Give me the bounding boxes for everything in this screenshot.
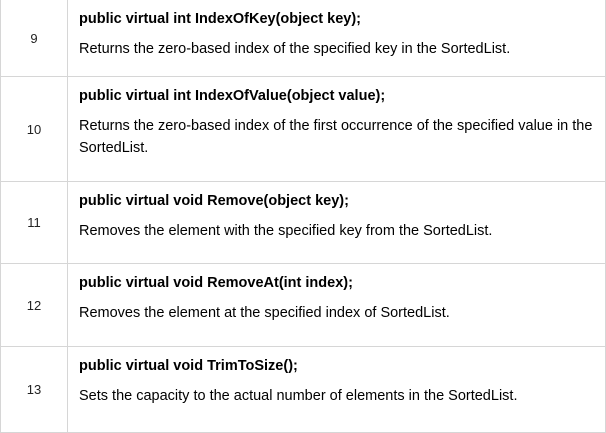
method-description: Returns the zero-based index of the spec… <box>79 41 511 57</box>
row-number: 10 <box>26 121 42 137</box>
row-number-cell: 10 <box>0 76 68 182</box>
method-cell: public virtual void RemoveAt(int index);… <box>67 263 606 347</box>
method-signature: public virtual int IndexOfValue(object v… <box>79 88 386 104</box>
method-description: Sets the capacity to the actual number o… <box>79 388 518 404</box>
table-row: 12 public virtual void RemoveAt(int inde… <box>0 263 606 347</box>
table-row: 9 public virtual int IndexOfKey(object k… <box>0 0 606 77</box>
method-signature: public virtual int IndexOfKey(object key… <box>79 11 361 27</box>
method-cell: public virtual void TrimToSize(); Sets t… <box>67 346 606 433</box>
method-signature: public virtual void Remove(object key); <box>79 193 349 209</box>
row-number: 12 <box>26 297 42 313</box>
method-cell: public virtual int IndexOfValue(object v… <box>67 76 606 182</box>
method-signature: public virtual void RemoveAt(int index); <box>79 275 353 291</box>
row-number-cell: 11 <box>0 181 68 264</box>
method-cell: public virtual void Remove(object key); … <box>67 181 606 264</box>
row-number: 11 <box>27 215 41 230</box>
table-row: 10 public virtual int IndexOfValue(objec… <box>0 76 606 182</box>
method-signature: public virtual void TrimToSize(); <box>79 358 298 374</box>
method-description: Removes the element with the specified k… <box>79 223 493 239</box>
method-description: Returns the zero-based index of the firs… <box>79 118 593 156</box>
table-row: 13 public virtual void TrimToSize(); Set… <box>0 346 606 433</box>
row-number-cell: 12 <box>0 263 68 347</box>
method-cell: public virtual int IndexOfKey(object key… <box>67 0 606 77</box>
row-number: 9 <box>30 30 38 46</box>
method-description: Removes the element at the specified ind… <box>79 305 450 321</box>
table-row: 11 public virtual void Remove(object key… <box>0 181 606 264</box>
methods-table: 9 public virtual int IndexOfKey(object k… <box>0 0 606 433</box>
row-number-cell: 13 <box>0 346 68 433</box>
row-number: 13 <box>26 382 42 397</box>
row-number-cell: 9 <box>0 0 68 77</box>
